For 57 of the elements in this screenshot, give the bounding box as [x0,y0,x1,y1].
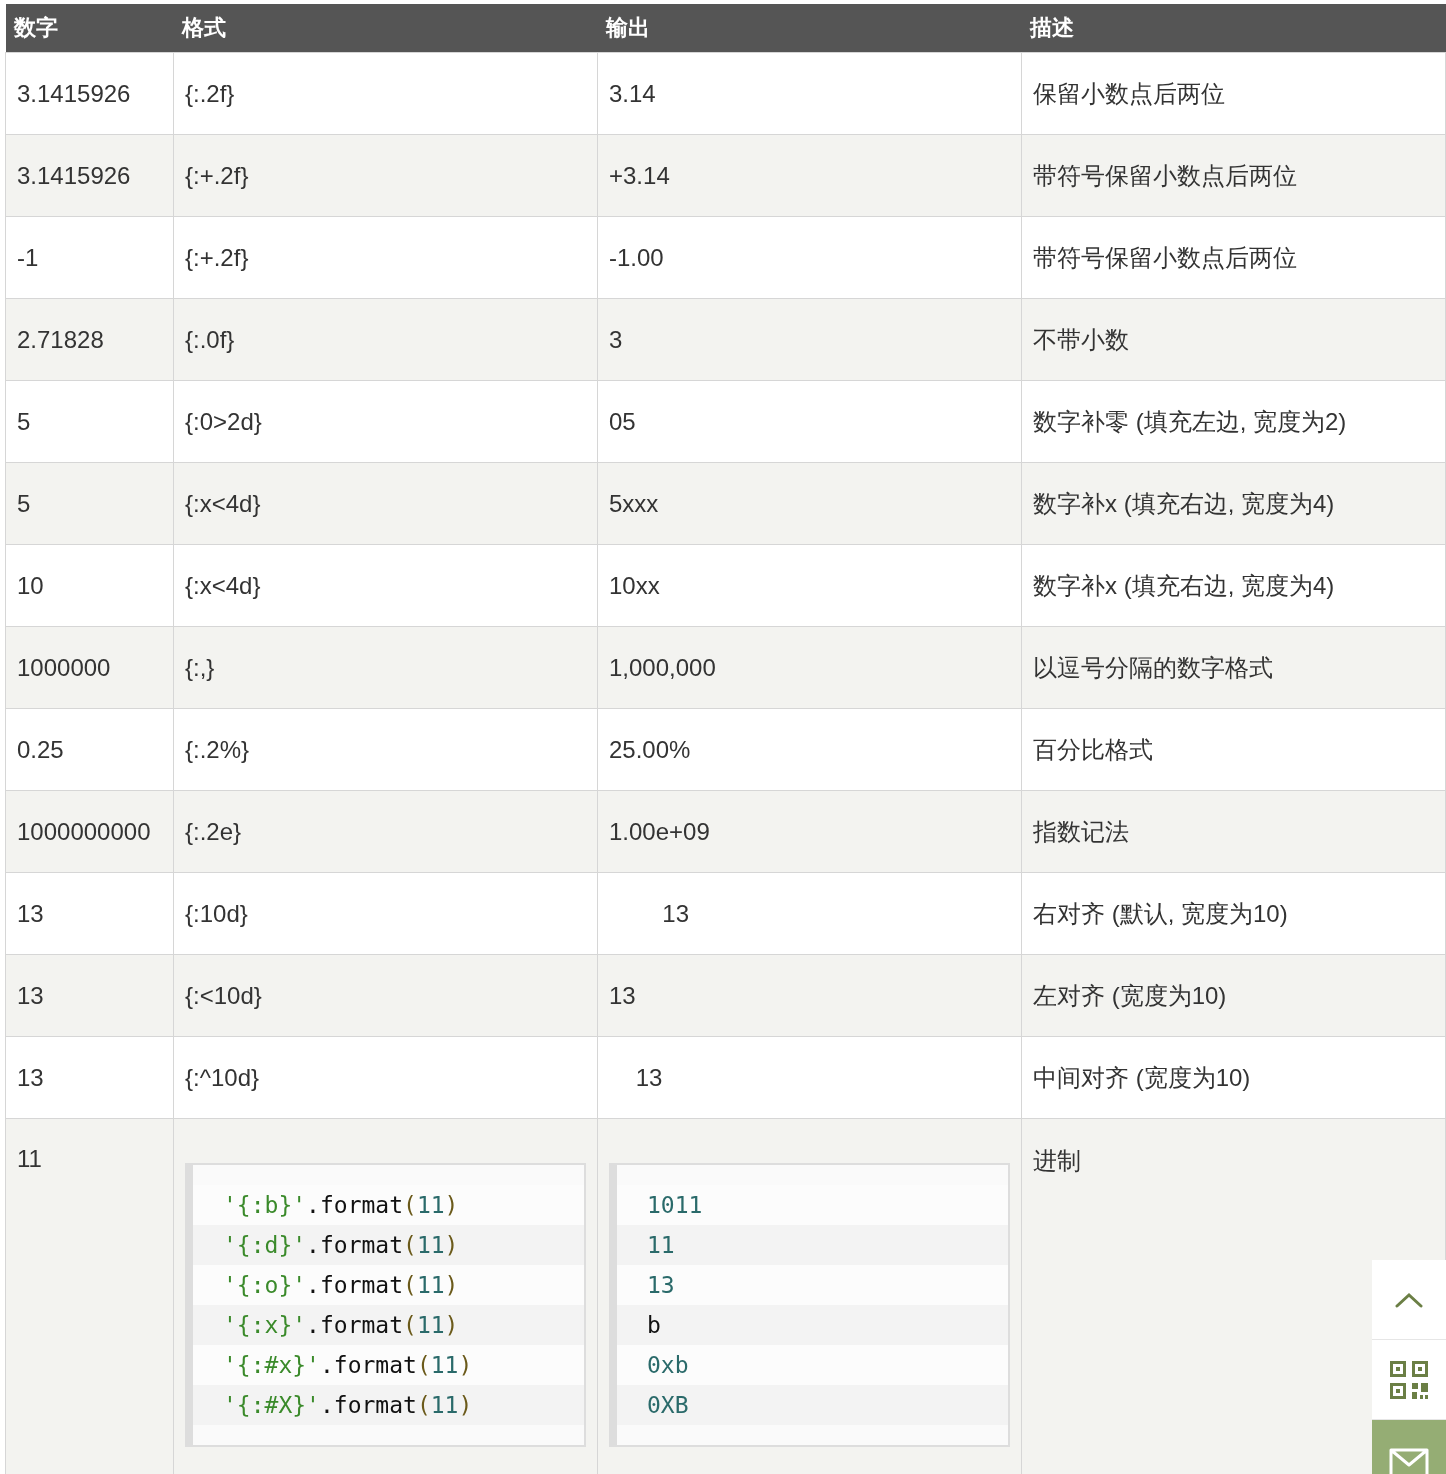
table-cell: {:.2%} [173,708,598,791]
table-cell: 1,000,000 [597,626,1022,709]
table-cell: 13 [597,954,1022,1037]
table-cell: {:.2f} [173,52,598,135]
table-cell: 13 [5,1036,174,1119]
table-cell: 13 [597,1036,1022,1119]
table-cell: 不带小数 [1021,298,1446,381]
table-cell: 带符号保留小数点后两位 [1021,216,1446,299]
table-cell: {:.0f} [173,298,598,381]
table-cell: 中间对齐 (宽度为10) [1021,1036,1446,1119]
table-cell: +3.14 [597,134,1022,217]
table-cell: 右对齐 (默认, 宽度为10) [1021,872,1446,955]
table-cell: 10xx [597,544,1022,627]
column-header: 描述 [1021,4,1446,53]
table-cell: {:10d} [173,872,598,955]
table-cell: 以逗号分隔的数字格式 [1021,626,1446,709]
table-cell: 10 [5,544,174,627]
table-cell: 1000000 [5,626,174,709]
column-header: 输出 [597,4,1022,53]
table-cell: 5xxx [597,462,1022,545]
table-cell: -1.00 [597,216,1022,299]
table-cell: {:0>2d} [173,380,598,463]
table-cell: 1.00e+09 [597,790,1022,873]
table-cell: {:x<4d} [173,544,598,627]
table-cell: -1 [5,216,174,299]
table-cell: 11 [5,1118,174,1474]
table-cell: 保留小数点后两位 [1021,52,1446,135]
table-cell: 数字补x (填充右边, 宽度为4) [1021,544,1446,627]
table-cell: 2.71828 [5,298,174,381]
table-cell: 数字补x (填充右边, 宽度为4) [1021,462,1446,545]
table-cell: {:x<4d} [173,462,598,545]
table-cell: 13 [5,872,174,955]
table-cell: 13 [5,954,174,1037]
table-cell: 3.1415926 [5,52,174,135]
column-header: 格式 [173,4,598,53]
table-cell: 指数记法 [1021,790,1446,873]
table-cell: 左对齐 (宽度为10) [1021,954,1446,1037]
table-cell: 3 [597,298,1022,381]
table-cell: 3.1415926 [5,134,174,217]
table-cell: 1000000000 [5,790,174,873]
table-cell: 百分比格式 [1021,708,1446,791]
table-cell: {:<10d} [173,954,598,1037]
column-header: 数字 [5,4,174,53]
table-cell: 5 [5,462,174,545]
table-cell: 05 [597,380,1022,463]
table-cell: 数字补零 (填充左边, 宽度为2) [1021,380,1446,463]
table-cell: 13 [597,872,1022,955]
table-cell: 3.14 [597,52,1022,135]
table-cell: 25.00% [597,708,1022,791]
table-cell: {:+.2f} [173,216,598,299]
table-cell: {:^10d} [173,1036,598,1119]
table-cell: {:.2e} [173,790,598,873]
table-cell: 0.25 [5,708,174,791]
table-cell: 5 [5,380,174,463]
table-cell: {:+.2f} [173,134,598,217]
table-cell: 带符号保留小数点后两位 [1021,134,1446,217]
table-cell: {:,} [173,626,598,709]
